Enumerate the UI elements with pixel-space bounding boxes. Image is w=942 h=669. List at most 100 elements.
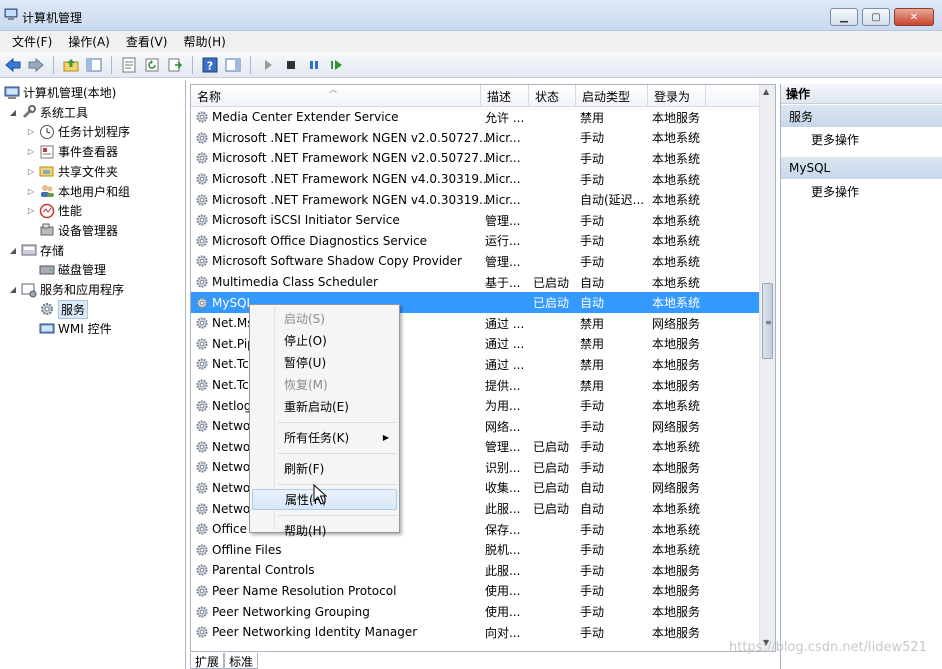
table-row[interactable]: Microsoft .NET Framework NGEN v4.0.30319… [191, 189, 761, 210]
context-menu-item[interactable]: 所有任务(K) ▶ [252, 427, 397, 448]
close-button[interactable]: ✕ [894, 8, 934, 26]
table-row[interactable]: Peer Name Resolution Protocol 使用... 手动 本地服务 [191, 581, 761, 602]
context-menu-item[interactable]: 停止(O) [252, 330, 397, 351]
actions-section-mysql[interactable]: MySQL [781, 157, 942, 179]
tree-item[interactable]: ◢ 系统工具 [8, 103, 88, 122]
service-desc: 向对... [485, 625, 521, 640]
table-row[interactable]: Microsoft .NET Framework NGEN v2.0.50727… [191, 148, 761, 169]
tree-item[interactable]: 磁盘管理 [26, 260, 106, 279]
table-row[interactable]: Microsoft iSCSI Initiator Service 管理... 手动… [191, 210, 761, 231]
context-menu-item[interactable]: 帮助(H) [252, 520, 397, 541]
service-logon-as: 本地系统 [652, 543, 701, 558]
menu-file[interactable]: 文件(F) [4, 33, 60, 50]
column-header-startup[interactable]: 启动类型 [576, 85, 648, 107]
menu-view[interactable]: 查看(V) [118, 33, 176, 50]
minimize-button[interactable]: ▁ [830, 8, 858, 26]
table-row[interactable]: Peer Networking Identity Manager 向对... 手动 本… [191, 622, 761, 643]
table-row[interactable]: Microsoft .NET Framework NGEN v2.0.50727… [191, 128, 761, 149]
column-header-name[interactable]: 名称 ︿ [191, 85, 481, 107]
service-logon-as: 本地系统 [652, 213, 701, 228]
expand-toggle-icon[interactable]: ◢ [8, 285, 18, 294]
column-header-status[interactable]: 状态 [529, 85, 576, 107]
tree-item[interactable]: 服务 [26, 299, 89, 319]
properties-toolbar-button[interactable] [119, 55, 139, 75]
tree-item-label: 事件查看器 [58, 145, 119, 160]
tab-standard[interactable]: 标准 [224, 653, 259, 669]
stop-service-button[interactable] [281, 55, 301, 75]
tree-item-label: 磁盘管理 [58, 263, 107, 278]
maximize-button[interactable]: ▢ [862, 8, 890, 26]
tree-item[interactable]: ▷ 共享文件夹 [26, 162, 118, 181]
computer-management-icon [4, 8, 18, 20]
tree-item[interactable]: ▷ 性能 [26, 201, 82, 220]
disk-icon [39, 262, 55, 278]
expand-toggle-icon[interactable]: ▷ [26, 187, 36, 196]
tab-extended[interactable]: 扩展 [190, 653, 225, 669]
table-row[interactable]: Offline Files 脱机... 手动 本地系统 [191, 539, 761, 560]
menu-action[interactable]: 操作(A) [60, 33, 118, 50]
up-level-button[interactable] [61, 55, 81, 75]
service-name: Microsoft iSCSI Initiator Service [212, 213, 400, 228]
scroll-thumb[interactable]: ≡ [762, 283, 773, 359]
scroll-up-icon[interactable]: ▲ [763, 87, 769, 96]
expand-toggle-icon[interactable]: ▷ [26, 147, 36, 156]
toolbar-separator [111, 55, 112, 74]
expand-toggle-icon[interactable]: ▷ [26, 167, 36, 176]
refresh-toolbar-button[interactable] [142, 55, 162, 75]
table-row[interactable]: Parental Controls 此服... 手动 本地服务 [191, 560, 761, 581]
service-gear-icon [195, 378, 209, 392]
column-header-desc[interactable]: 描述 [481, 85, 529, 107]
context-menu-item[interactable]: 重新启动(E) [252, 396, 397, 417]
actions-section-services[interactable]: 服务 [781, 105, 942, 127]
expand-toggle-icon[interactable]: ▷ [26, 127, 36, 136]
export-list-button[interactable] [165, 55, 185, 75]
vertical-scrollbar[interactable]: ▲ ≡ ▼ [759, 85, 775, 651]
expand-toggle-icon[interactable]: ▷ [26, 206, 36, 215]
expand-toggle-icon[interactable]: ◢ [8, 246, 18, 255]
table-row[interactable]: Multimedia Class Scheduler 基于... 已启动 自动 本地系统 [191, 272, 761, 293]
tree-item[interactable]: ▷ 任务计划程序 [26, 122, 130, 141]
tree-item[interactable]: 计算机管理(本地) [4, 83, 116, 102]
pause-service-button[interactable] [304, 55, 324, 75]
tree-item[interactable]: ◢ 服务和应用程序 [8, 280, 124, 299]
table-row[interactable]: Peer Networking Grouping 使用... 手动 本地服务 [191, 601, 761, 622]
service-startup-type: 手动 [580, 399, 605, 414]
table-row[interactable]: Microsoft Software Shadow Copy Provider 管… [191, 251, 761, 272]
more-actions-services[interactable]: 更多操作 [781, 127, 942, 151]
menu-help[interactable]: 帮助(H) [175, 33, 233, 50]
tree-item[interactable]: 设备管理器 [26, 221, 118, 240]
service-gear-icon [195, 110, 209, 124]
service-startup-type: 手动 [580, 440, 605, 455]
context-menu-item[interactable]: 启动(S) [252, 308, 397, 329]
tree-item[interactable]: ◢ 存储 [8, 241, 64, 260]
service-desc: 管理... [485, 440, 521, 455]
table-row[interactable]: Media Center Extender Service 允许 ... 禁用 本地服… [191, 107, 761, 128]
more-actions-mysql[interactable]: 更多操作 [781, 179, 942, 203]
context-menu-item[interactable]: 暂停(U) [252, 352, 397, 373]
tree-item[interactable]: WMI 控件 [26, 319, 112, 338]
expand-toggle-icon[interactable]: ◢ [8, 108, 18, 117]
tree-item-label: 任务计划程序 [58, 125, 131, 140]
service-gear-icon [195, 460, 209, 474]
show-tree-button[interactable] [84, 55, 104, 75]
back-button[interactable] [3, 55, 23, 75]
column-header-logon[interactable]: 登录为 [648, 85, 706, 107]
service-name: Peer Networking Grouping [212, 604, 370, 619]
service-name: Net.Tc [212, 378, 249, 393]
start-service-button[interactable] [258, 55, 278, 75]
service-startup-type: 手动 [580, 172, 605, 187]
tree-item[interactable]: ▷ 本地用户和组 [26, 182, 130, 201]
context-menu-item[interactable]: 恢复(M) [252, 374, 397, 395]
service-desc: Micr... [485, 151, 521, 166]
restart-service-button[interactable] [327, 55, 347, 75]
show-action-pane-button[interactable] [223, 55, 243, 75]
context-menu-item[interactable]: 刷新(F) [252, 458, 397, 479]
service-startup-type: 手动 [580, 254, 605, 269]
table-row[interactable]: Microsoft Office Diagnostics Service 运行..… [191, 231, 761, 252]
forward-button[interactable] [26, 55, 46, 75]
service-startup-type: 禁用 [580, 378, 605, 393]
help-toolbar-button[interactable]: ? [200, 55, 220, 75]
view-tabs: 扩展 标准 [190, 652, 259, 669]
table-row[interactable]: Microsoft .NET Framework NGEN v4.0.30319… [191, 169, 761, 190]
tree-item[interactable]: ▷ 事件查看器 [26, 142, 118, 161]
